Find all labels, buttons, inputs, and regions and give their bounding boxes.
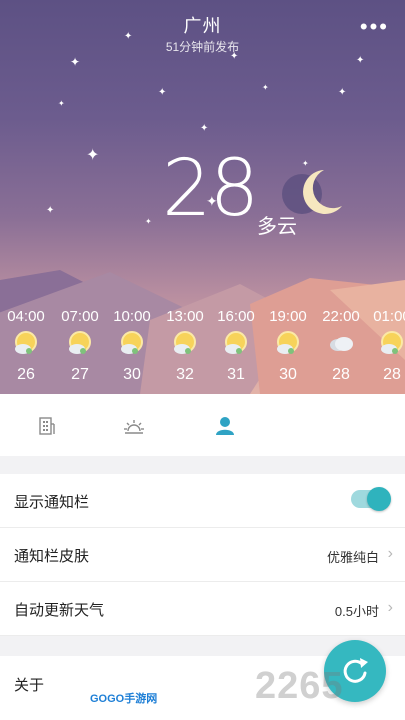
partly-cloudy-sun-icon <box>260 328 316 360</box>
publish-time: 51分钟前发布 <box>165 40 240 54</box>
hourly-item[interactable]: 10:00 30 <box>104 306 160 384</box>
hour-time: 10:00 <box>113 308 151 325</box>
hour-temp: 27 <box>71 366 89 383</box>
cloudy-icon <box>313 328 369 360</box>
hourly-item[interactable]: 13:00 32 <box>157 306 213 384</box>
hourly-item[interactable]: 01:00 28 <box>364 306 405 384</box>
setting-show-notification[interactable]: 显示通知栏 <box>0 474 405 528</box>
partly-cloudy-sun-icon <box>208 328 264 360</box>
setting-notification-skin[interactable]: 通知栏皮肤 优雅纯白 › <box>0 528 405 582</box>
current-condition: 多云 <box>257 216 297 238</box>
setting-label: 通知栏皮肤 <box>14 548 90 565</box>
setting-label: 自动更新天气 <box>14 602 105 619</box>
tab-weather[interactable] <box>120 412 148 440</box>
settings-list: 显示通知栏 通知栏皮肤 优雅纯白 › 自动更新天气 0.5小时 › <box>0 474 405 636</box>
hour-time: 04:00 <box>7 308 45 325</box>
watermark-2265: 2265 <box>255 665 344 707</box>
star-icon: ✦ <box>200 123 209 134</box>
weather-hero: ✦ ✦ ✦ ✦ ✦ ✦ ✦ ✦ ✦ ✦ ✦ ✦ ✦ ✦ 广州 51分钟前发布 •… <box>0 0 405 394</box>
hour-time: 01:00 <box>373 308 405 325</box>
star-icon: ✦ <box>70 55 81 69</box>
current-temperature: 28 <box>162 144 259 234</box>
hourly-item[interactable]: 22:00 28 <box>313 306 369 384</box>
chevron-right-icon: › <box>387 545 393 562</box>
hour-temp: 30 <box>279 366 297 383</box>
partly-cloudy-sun-icon <box>157 328 213 360</box>
city-name[interactable]: 广州 <box>0 12 405 38</box>
hourly-forecast[interactable]: 04:00 26 07:00 27 10:00 30 13:00 32 16:0… <box>0 306 405 394</box>
partly-cloudy-sun-icon <box>364 328 405 360</box>
hourly-item[interactable]: 19:00 30 <box>260 306 316 384</box>
star-icon: ✦ <box>86 147 100 164</box>
tab-profile[interactable] <box>211 412 239 440</box>
watermark-gogo: GOGO手游网 <box>90 693 158 705</box>
hour-time: 22:00 <box>322 308 360 325</box>
tab-bar <box>0 394 405 456</box>
building-icon <box>39 417 55 435</box>
hour-temp: 30 <box>123 366 141 383</box>
setting-auto-update[interactable]: 自动更新天气 0.5小时 › <box>0 582 405 636</box>
partly-cloudy-sun-icon <box>0 328 54 360</box>
hourly-item[interactable]: 04:00 26 <box>0 306 54 384</box>
user-icon <box>216 417 234 435</box>
chevron-right-icon: › <box>387 599 393 616</box>
setting-label: 关于 <box>14 677 45 694</box>
partly-cloudy-sun-icon <box>52 328 108 360</box>
hour-temp: 31 <box>227 366 245 383</box>
hour-time: 07:00 <box>61 308 99 325</box>
hour-time: 19:00 <box>269 308 307 325</box>
hourly-item[interactable]: 16:00 31 <box>208 306 264 384</box>
hour-temp: 28 <box>383 366 401 383</box>
star-icon: ✦ <box>158 87 167 98</box>
partly-cloudy-sun-icon <box>104 328 160 360</box>
notification-toggle[interactable] <box>351 487 391 511</box>
star-icon: ✦ <box>58 99 65 108</box>
toggle-knob <box>367 487 391 511</box>
hour-time: 13:00 <box>166 308 204 325</box>
hour-temp: 26 <box>17 366 35 383</box>
star-icon: ✦ <box>46 205 55 216</box>
hour-time: 16:00 <box>217 308 255 325</box>
sun-icon <box>124 420 144 434</box>
star-icon: ✦ <box>145 217 152 226</box>
hour-temp: 28 <box>332 366 350 383</box>
setting-value: 0.5小时 <box>334 604 379 619</box>
hourly-item[interactable]: 07:00 27 <box>52 306 108 384</box>
tab-building[interactable] <box>32 412 60 440</box>
star-icon: ✦ <box>356 55 365 66</box>
setting-label: 显示通知栏 <box>14 494 90 511</box>
star-icon: ✦ <box>262 83 269 92</box>
star-icon: ✦ <box>338 87 347 98</box>
setting-value: 优雅纯白 <box>326 550 379 565</box>
more-dots-icon[interactable]: ••• <box>360 16 389 38</box>
hour-temp: 32 <box>176 366 194 383</box>
